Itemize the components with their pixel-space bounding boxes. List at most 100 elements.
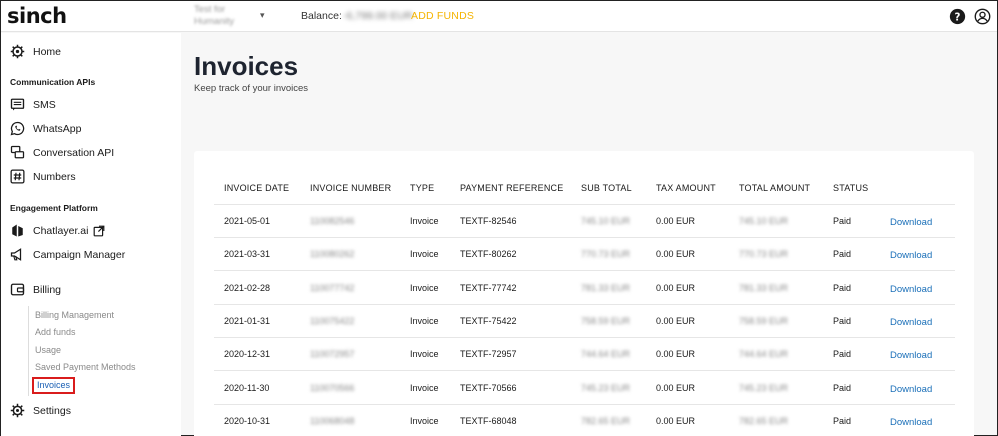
svg-text:?: ? [955,12,961,23]
sidebar-item-numbers[interactable]: Numbers [10,169,76,184]
sidebar-item-billing[interactable]: Billing [10,282,61,297]
download-link[interactable]: Download [890,384,932,395]
table-divider [214,204,955,205]
sidebar-item-label: Settings [33,404,71,417]
sidebar-item-whatsapp[interactable]: WhatsApp [10,121,81,136]
table-cell-number: 110072957 [310,349,355,360]
table-cell-sub: 758.59 EUR [581,315,631,326]
table-cell-type: Invoice [410,382,439,393]
invoices-card [194,151,974,436]
table-cell-date: 2021-03-31 [224,249,271,260]
sidebar-subitem-invoices[interactable]: Invoices [32,377,76,394]
sidebar-item-label: Conversation API [33,146,115,159]
external-link-icon [94,225,105,236]
download-link[interactable]: Download [890,217,932,228]
table-cell-status: Paid [833,216,852,226]
table-divider [214,370,955,372]
table-cell-number: 110070566 [310,382,355,393]
sinch-logo[interactable]: sinch [7,4,67,28]
table-cell-number: 110075422 [310,315,355,326]
table-cell-total: 745.10 EUR [739,216,789,226]
megaphone-icon [10,248,22,261]
balance-label: Balance: [301,10,342,22]
table-cell-type: Invoice [410,415,439,426]
table-cell-number: 110080262 [310,249,355,260]
account-dropdown-icon[interactable]: ▾ [260,10,265,21]
download-link[interactable]: Download [890,417,932,428]
sidebar-item-label: Home [33,45,62,58]
column-header-payment-reference: PAYMENT REFERENCE [460,183,564,193]
sidebar-item-label: Numbers [33,170,76,183]
hash-icon [10,169,25,184]
column-header-invoice-number: INVOICE NUMBER [310,183,392,193]
table-cell-date: 2021-02-28 [224,282,271,293]
download-link[interactable]: Download [890,284,932,295]
column-header-invoice-date: INVOICE DATE [224,183,290,193]
page-title: Invoices [194,51,299,81]
table-cell-sub: 745.10 EUR [581,216,631,226]
sidebar-item-sms[interactable]: SMS [10,97,56,112]
column-header-total-amount: TOTAL AMOUNT [739,183,811,193]
section-title-engagement: Engagement Platform [10,203,98,213]
table-cell-sub: 744.64 EUR [581,349,631,360]
add-funds-link[interactable]: ADD FUNDS [411,10,474,22]
column-header-type: TYPE [410,183,435,193]
table-cell-type: Invoice [410,349,439,360]
table-cell-date: 2020-10-31 [224,415,271,426]
sidebar-item-home[interactable]: Home [10,44,61,59]
table-cell-ref: TEXTF-68048 [460,415,517,426]
table-divider [214,303,955,305]
page-subtitle: Keep track of your invoices [194,83,309,94]
sidebar-subitem-add-funds[interactable]: Add funds [35,327,76,337]
table-cell-tax: 0.00 EUR [656,382,696,393]
balance-value: -6,799.00 EUR [343,10,413,22]
table-cell-status: Paid [833,282,852,293]
table-cell-sub: 781.33 EUR [581,282,631,293]
table-cell-tax: 0.00 EUR [656,315,696,326]
gear-home-icon [10,44,25,59]
account-name[interactable]: Test for Humanity [194,4,254,28]
whatsapp-icon [10,121,25,136]
sidebar-item-label: Campaign Manager [33,248,126,261]
download-link[interactable]: Download [890,250,932,261]
top-bar: sinch Test for Humanity ▾ Balance: -6,79… [1,1,997,32]
table-cell-ref: TEXTF-80262 [460,249,517,260]
table-cell-number: 110077742 [310,282,355,293]
table-cell-date: 2021-05-01 [224,216,271,226]
table-cell-type: Invoice [410,216,439,226]
sidebar-subitem-usage[interactable]: Usage [35,345,61,355]
sidebar-item-label: Billing [33,283,62,296]
table-cell-tax: 0.00 EUR [656,349,696,360]
user-account-icon[interactable] [974,8,991,25]
table-cell-total: 758.59 EUR [739,315,789,326]
sidebar: Home Communication APIs SMS WhatsApp Con… [1,33,181,436]
table-cell-type: Invoice [410,282,439,293]
gear-icon [10,403,25,418]
chat-bubbles-icon [10,145,25,159]
sidebar-item-campaign-manager[interactable]: Campaign Manager [10,247,125,262]
table-cell-tax: 0.00 EUR [656,249,696,260]
table-cell-status: Paid [833,249,852,260]
sidebar-item-settings[interactable]: Settings [10,403,71,418]
table-cell-date: 2020-12-31 [224,349,271,360]
table-cell-status: Paid [833,382,852,393]
sidebar-item-chatlayer[interactable]: Chatlayer.ai [10,223,113,238]
download-link[interactable]: Download [890,317,932,328]
download-link[interactable]: Download [890,350,932,361]
sidebar-item-label: WhatsApp [33,122,82,135]
message-icon [10,98,25,111]
help-circle-icon[interactable]: ? [949,8,966,25]
table-cell-tax: 0.00 EUR [656,282,696,293]
sidebar-subitem-saved-payment-methods[interactable]: Saved Payment Methods [35,362,136,372]
table-cell-sub: 782.65 EUR [581,415,631,426]
table-cell-total: 781.33 EUR [739,282,789,293]
table-cell-number: 110068048 [310,415,355,426]
sidebar-item-label: Chatlayer.ai [33,224,89,237]
sidebar-item-conversation-api[interactable]: Conversation API [10,145,114,160]
table-cell-ref: TEXTF-75422 [460,315,517,326]
table-cell-date: 2021-01-31 [224,315,271,326]
table-cell-total: 745.23 EUR [739,382,789,393]
table-cell-number: 110082546 [310,216,355,226]
sidebar-subitem-billing-management[interactable]: Billing Management [35,310,114,320]
table-divider [214,237,955,238]
